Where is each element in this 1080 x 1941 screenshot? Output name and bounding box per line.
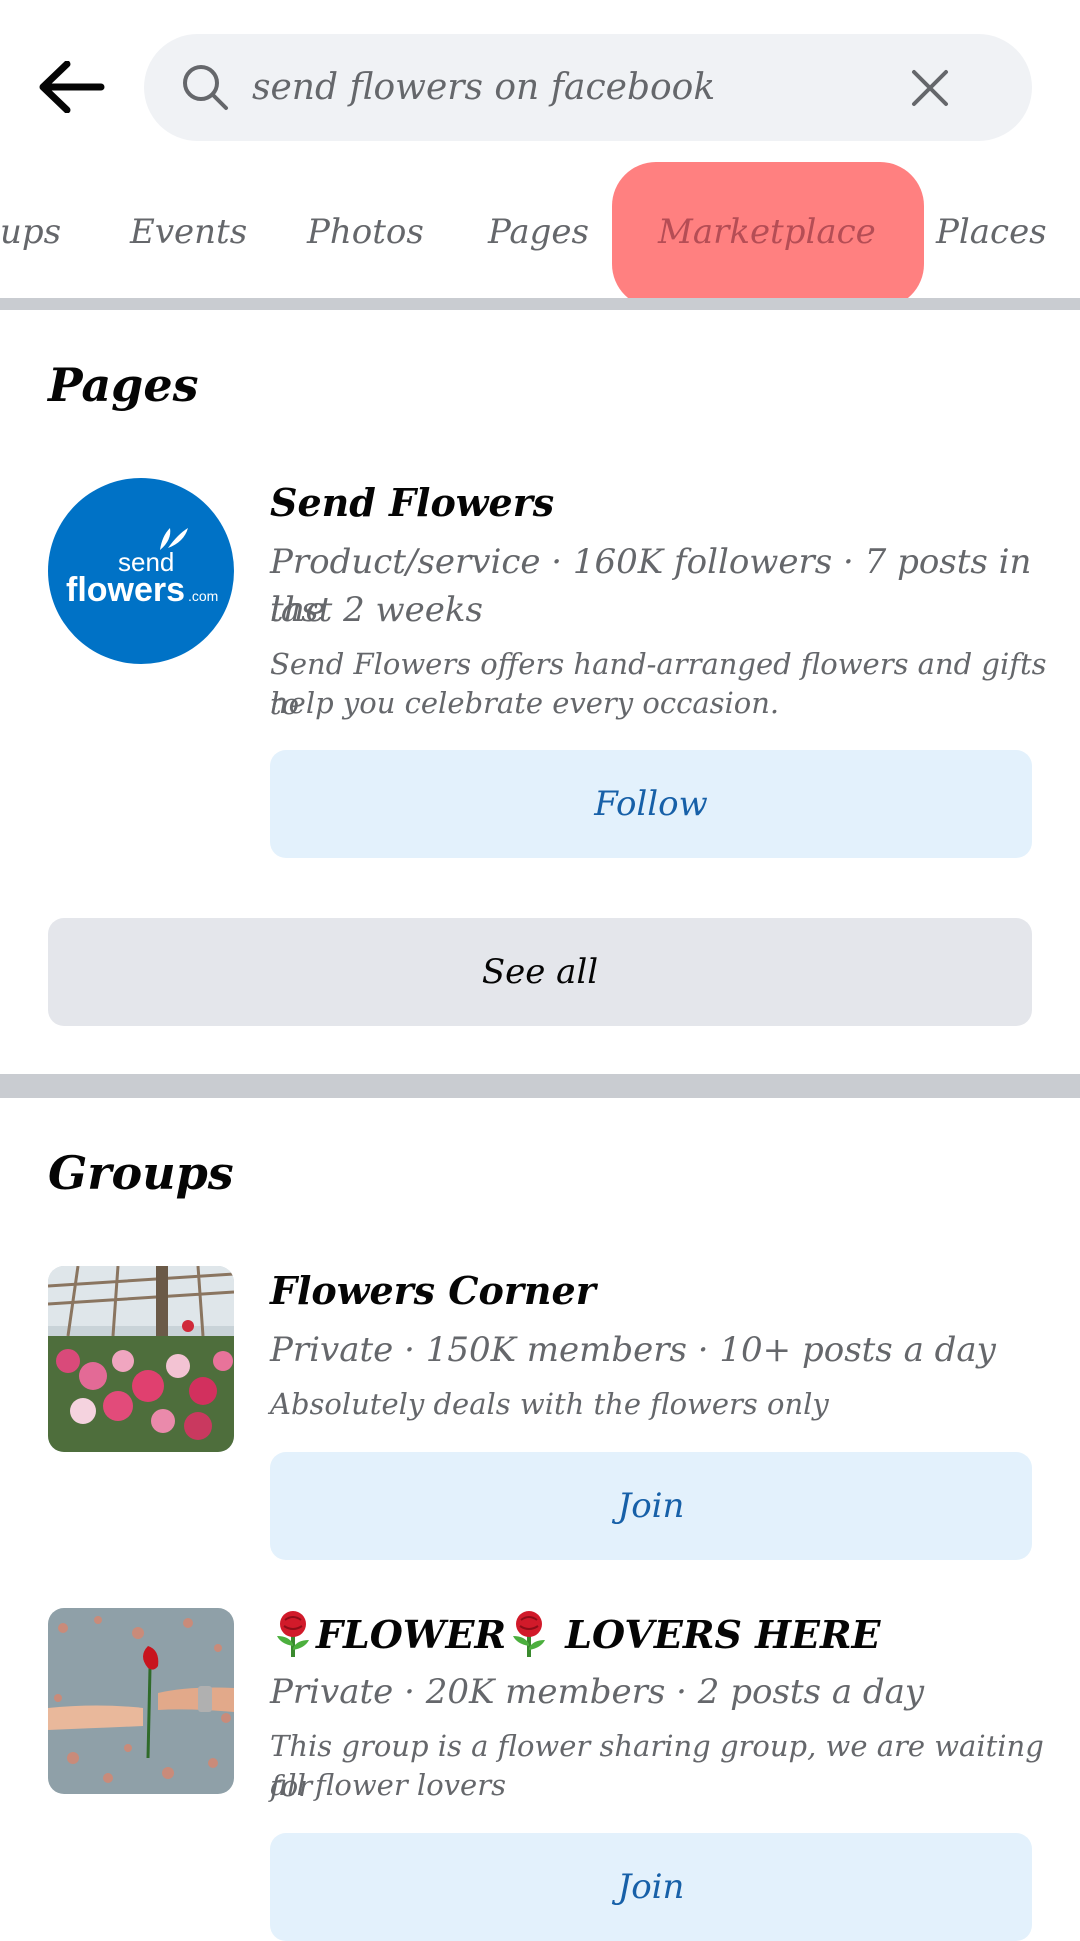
page-name[interactable]: Send Flowers <box>270 480 554 525</box>
send-flowers-logo-art: send flowers .com <box>66 528 218 609</box>
pages-section-title: Pages <box>48 358 199 412</box>
group-meta: Private · 150K members · 10+ posts a day <box>270 1330 996 1370</box>
tab-places[interactable]: Places <box>936 162 1047 302</box>
send-flowers-logo[interactable]: send flowers .com <box>48 478 234 664</box>
tab-pages[interactable]: Pages <box>488 162 589 302</box>
logo-text-suffix: .com <box>188 588 218 604</box>
rose-emoji-icon <box>513 1611 546 1657</box>
group-name[interactable]: Flowers Corner <box>270 1268 596 1313</box>
flower-lovers-group-photo[interactable] <box>48 1608 234 1794</box>
flowers-corner-group-photo[interactable] <box>48 1266 234 1452</box>
close-icon <box>912 70 948 106</box>
group-name-2[interactable]: FLOWER LOVERS HERE <box>270 1610 881 1658</box>
see-all-button[interactable]: See all <box>48 918 1032 1026</box>
tab-events[interactable]: Events <box>130 162 247 302</box>
tabs-divider <box>0 298 1080 310</box>
search-filter-tabs: ups Events Photos Pages Marketplace Plac… <box>0 162 1080 308</box>
group-name-part2: LOVERS HERE <box>552 1611 881 1657</box>
back-arrow-icon <box>39 61 105 113</box>
tab-groups[interactable]: ups <box>0 162 61 302</box>
follow-button[interactable]: Follow <box>270 750 1032 858</box>
join-button[interactable]: Join <box>270 1452 1032 1560</box>
group-meta-2: Private · 20K members · 2 posts a day <box>270 1672 925 1712</box>
clear-search-button[interactable] <box>902 60 958 116</box>
group-name-part1: FLOWER <box>316 1611 507 1657</box>
logo-text-flowers: flowers <box>66 571 185 609</box>
page-description-line2: help you celebrate every occasion. <box>270 686 780 720</box>
search-input[interactable]: send flowers on facebook <box>252 34 715 141</box>
tab-marketplace[interactable]: Marketplace <box>658 162 876 302</box>
page-meta-line2: last 2 weeks <box>270 590 483 630</box>
back-button[interactable] <box>34 52 110 122</box>
rose-emoji-icon <box>277 1611 309 1657</box>
tab-photos[interactable]: Photos <box>307 162 424 302</box>
search-icon <box>183 65 228 110</box>
group-description-2-line2: all flower lovers <box>270 1768 506 1802</box>
groups-section-title: Groups <box>48 1146 234 1200</box>
section-divider <box>0 1074 1080 1098</box>
search-bar[interactable]: send flowers on facebook <box>144 34 1032 141</box>
join-button-2[interactable]: Join <box>270 1833 1032 1941</box>
group-description: Absolutely deals with the flowers only <box>270 1387 829 1421</box>
